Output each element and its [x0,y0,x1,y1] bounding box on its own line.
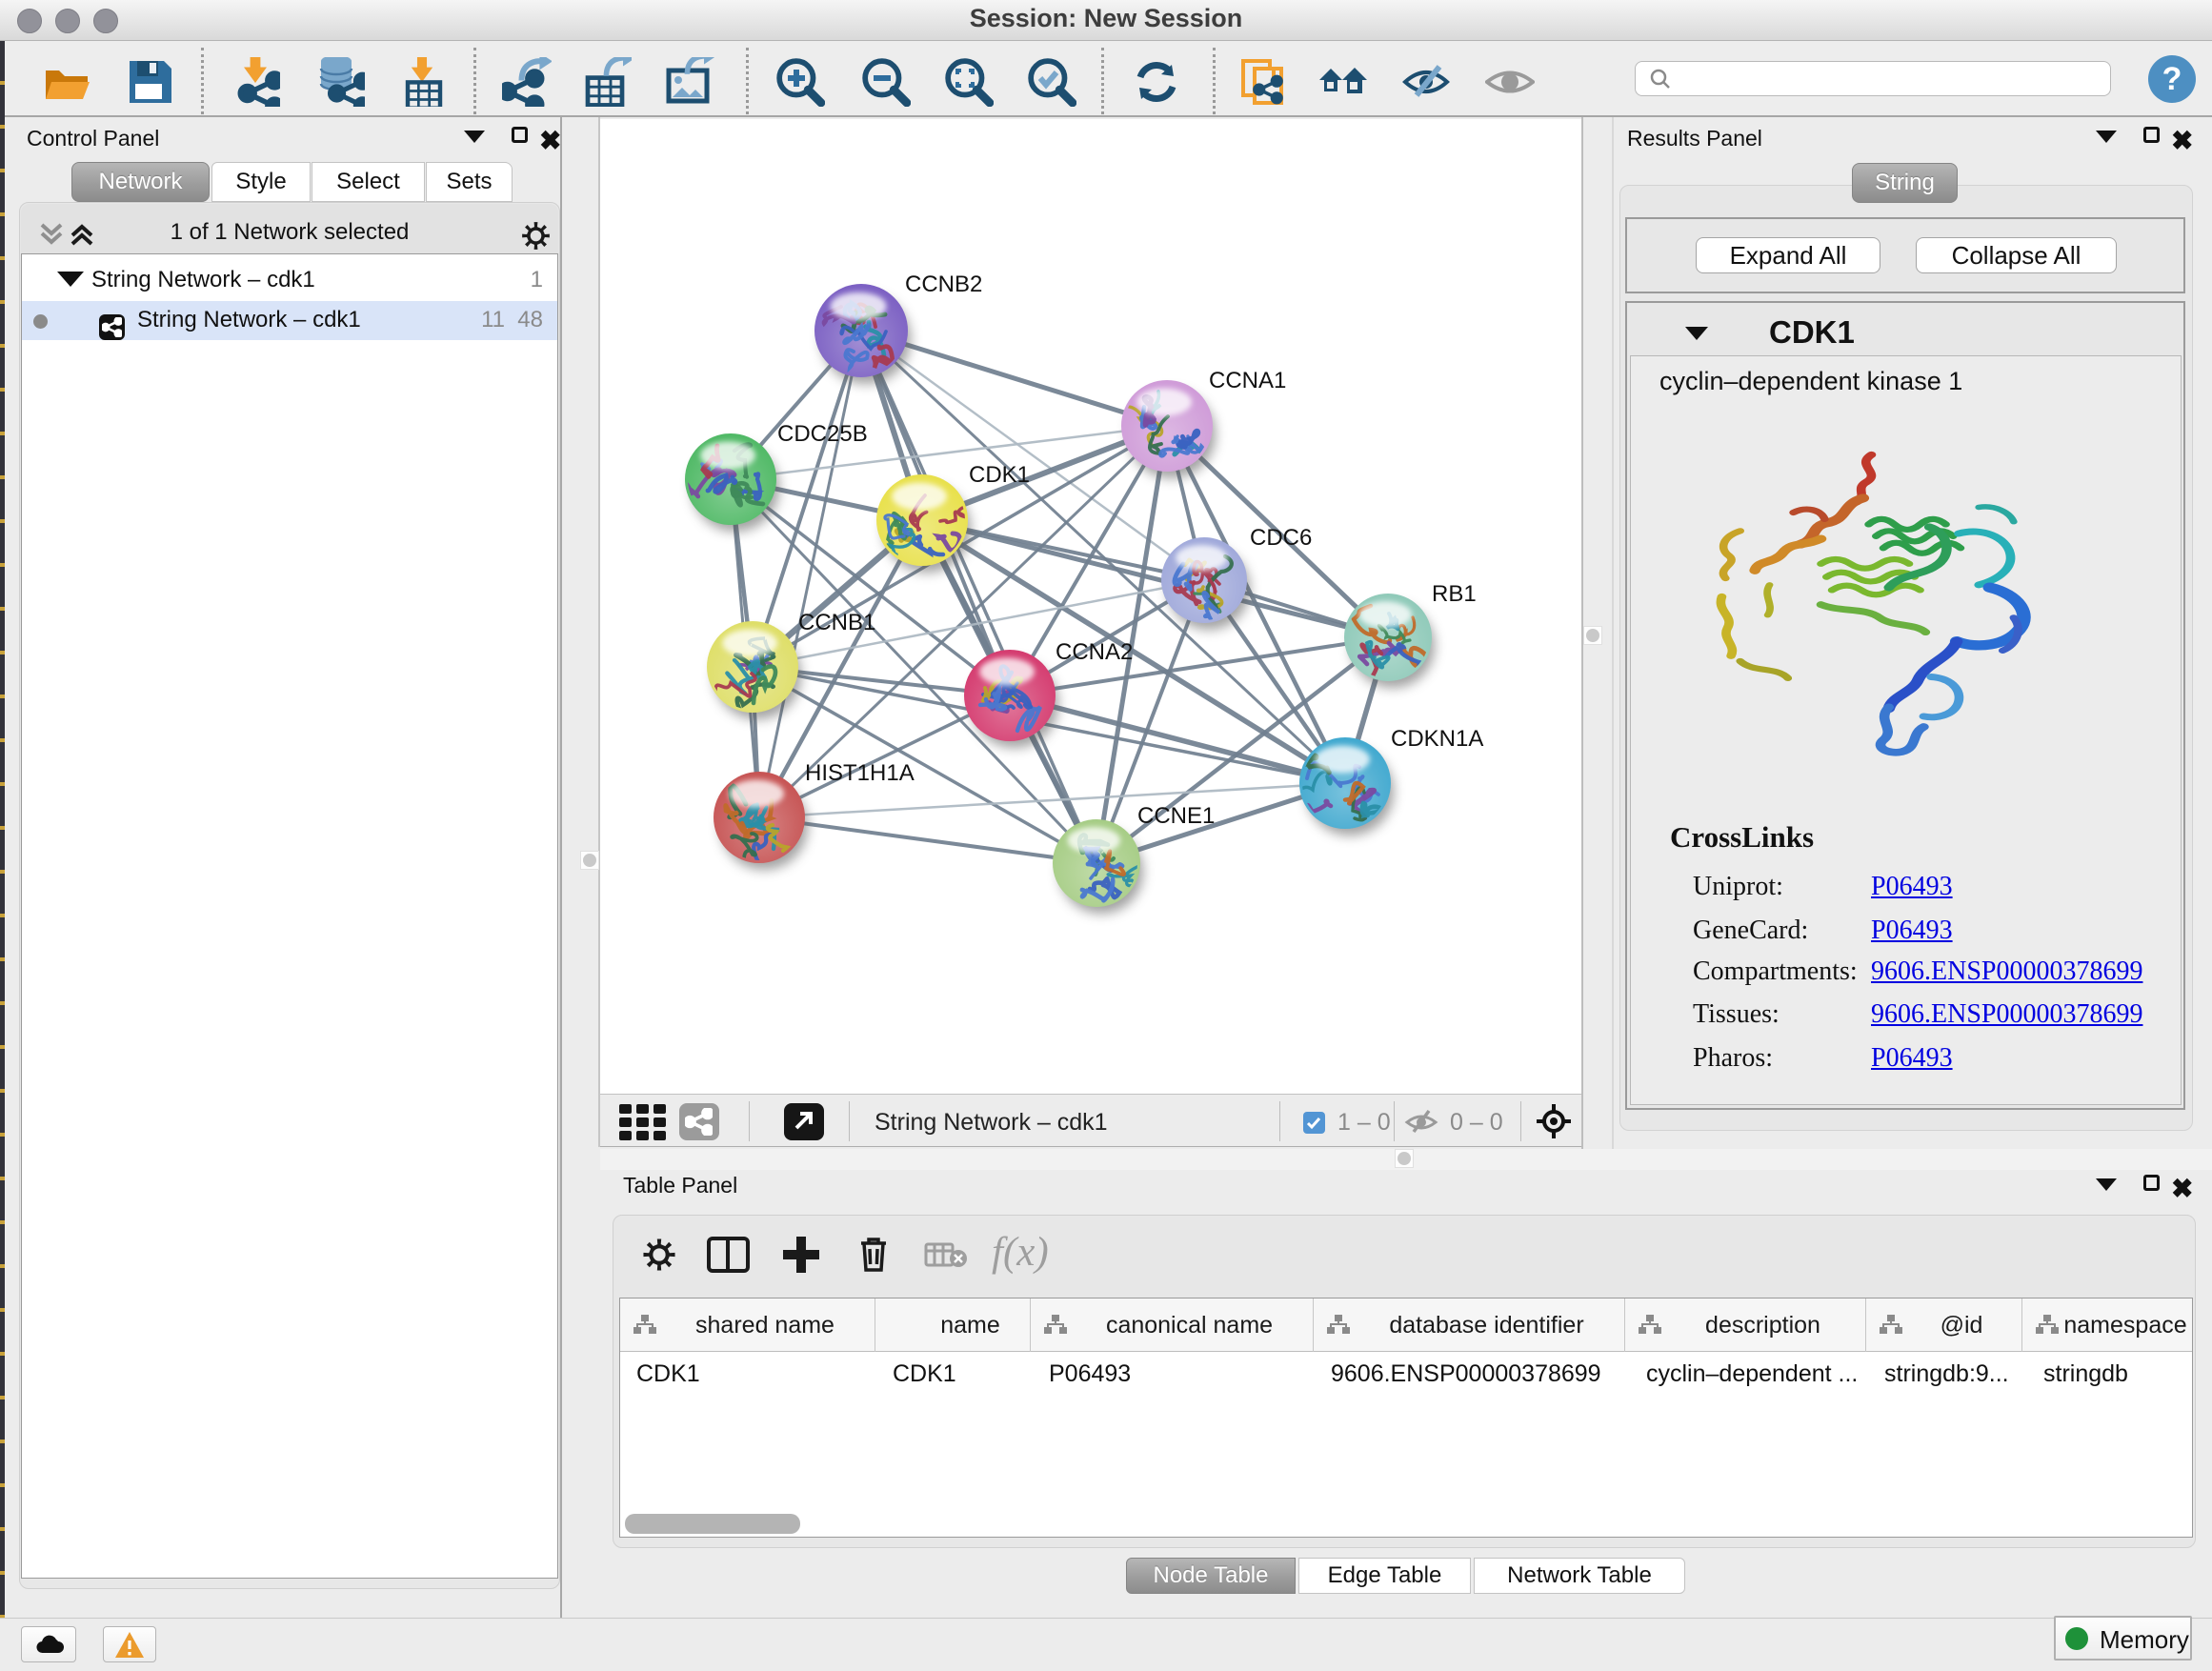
svg-text:CCNA1: CCNA1 [1209,368,1286,393]
svg-text:RB1: RB1 [1432,581,1477,607]
svg-text:CCNB2: CCNB2 [905,272,982,297]
svg-text:CDC6: CDC6 [1250,525,1312,551]
svg-text:CCNB1: CCNB1 [798,610,875,635]
svg-text:CCNE1: CCNE1 [1137,803,1215,829]
svg-text:CDKN1A: CDKN1A [1391,726,1483,752]
svg-text:CCNA2: CCNA2 [1056,639,1133,665]
svg-text:CDK1: CDK1 [969,462,1030,488]
svg-text:CDC25B: CDC25B [777,421,868,447]
svg-text:HIST1H1A: HIST1H1A [805,760,915,786]
